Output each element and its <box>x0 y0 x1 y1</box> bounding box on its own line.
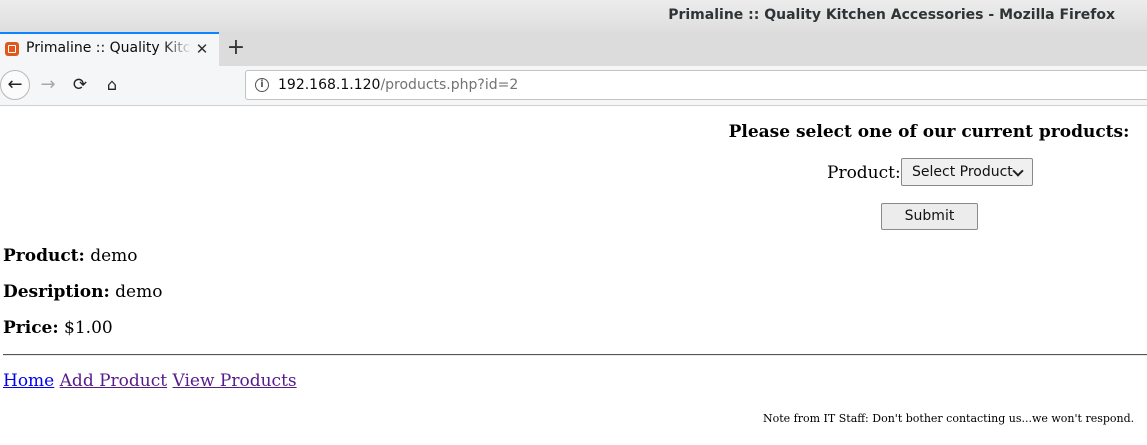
select-product-heading: Please select one of our current product… <box>728 122 1130 142</box>
product-select-value: Select Product <box>912 164 1013 180</box>
home-button[interactable]: ⌂ <box>97 70 127 100</box>
product-price-row: Price: $1.00 <box>3 318 113 338</box>
reload-button[interactable]: ⟳ <box>65 70 95 100</box>
url-text[interactable]: 192.168.1.120/products.php?id=2 <box>278 77 518 93</box>
url-path: /products.php?id=2 <box>380 77 519 93</box>
product-price-label: Price: <box>3 318 59 338</box>
xampp-favicon-icon <box>5 42 19 56</box>
product-select[interactable]: Select Product <box>901 158 1033 186</box>
product-name-label: Product: <box>3 246 85 266</box>
add-product-link[interactable]: Add Product <box>60 371 167 391</box>
product-description-label: Desription: <box>3 282 110 302</box>
product-name-row: Product: demo <box>3 246 138 266</box>
submit-button[interactable]: Submit <box>881 203 978 230</box>
browser-tab[interactable]: Primaline :: Quality Kitchen Accessories… <box>0 32 219 66</box>
chevron-down-icon <box>1012 165 1024 177</box>
tab-label: Primaline :: Quality Kitchen Accessories <box>26 40 192 56</box>
back-button[interactable]: ← <box>0 70 30 100</box>
window-titlebar: Primaline :: Quality Kitchen Accessories… <box>0 0 1147 32</box>
site-info-icon[interactable]: i <box>255 78 269 92</box>
new-tab-button[interactable]: + <box>226 35 246 61</box>
url-bar[interactable]: i 192.168.1.120/products.php?id=2 <box>245 70 1147 100</box>
tab-strip: Primaline :: Quality Kitchen Accessories… <box>0 32 1147 67</box>
page-content: Please select one of our current product… <box>0 106 1147 445</box>
product-select-label: Product: <box>827 163 901 183</box>
navigation-toolbar: ← → ⟳ ⌂ i 192.168.1.120/products.php?id=… <box>0 66 1147 106</box>
forward-button[interactable]: → <box>33 70 63 100</box>
divider <box>3 354 1147 356</box>
product-description-row: Desription: demo <box>3 282 162 302</box>
product-name-value: demo <box>90 246 138 266</box>
home-link[interactable]: Home <box>3 371 54 391</box>
view-products-link[interactable]: View Products <box>173 371 297 391</box>
url-host: 192.168.1.120 <box>278 77 381 93</box>
it-staff-note: Note from IT Staff: Don't bother contact… <box>763 412 1135 425</box>
product-price-value: $1.00 <box>64 318 113 338</box>
window-title: Primaline :: Quality Kitchen Accessories… <box>668 7 1115 23</box>
product-description-value: demo <box>115 282 163 302</box>
footer-nav-links: Home Add Product View Products <box>3 371 297 391</box>
close-tab-icon[interactable]: ✕ <box>194 39 210 59</box>
